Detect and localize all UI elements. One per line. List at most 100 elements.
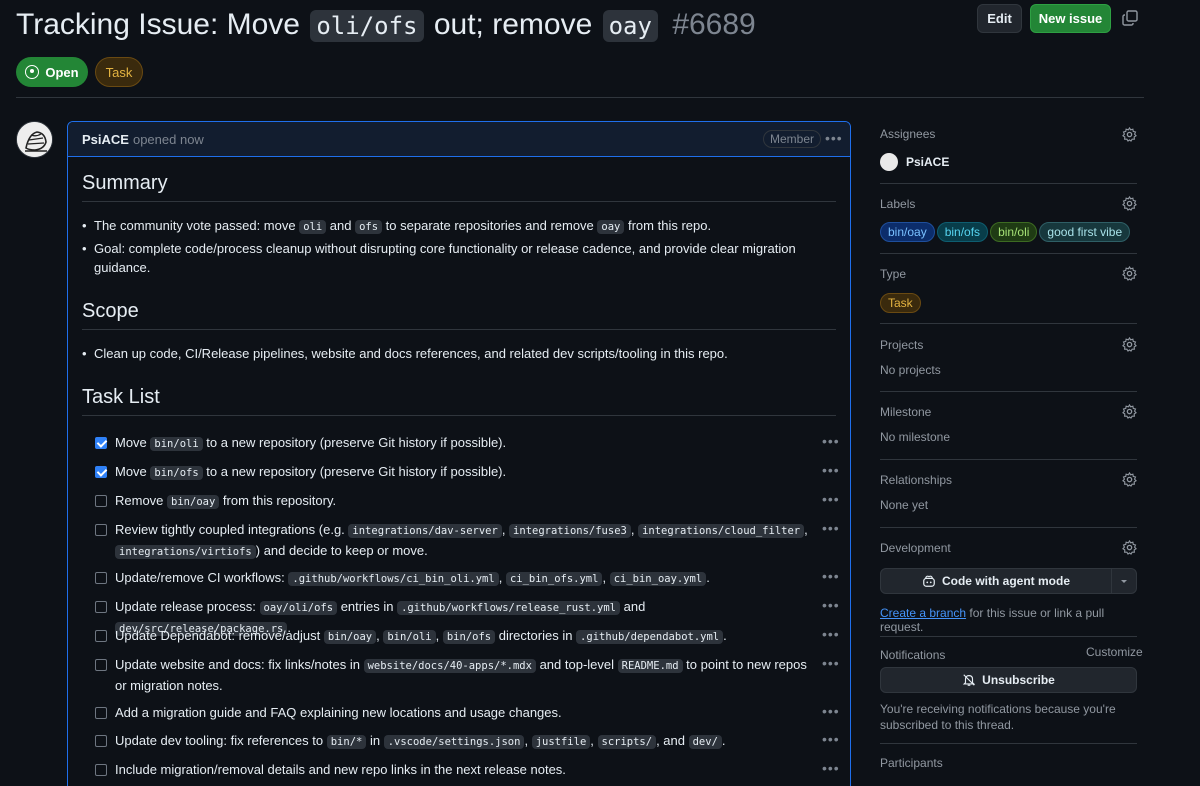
sidebar-separator <box>880 743 1137 744</box>
assignees-gear-icon[interactable] <box>1122 127 1137 142</box>
task-checkbox[interactable] <box>95 707 107 719</box>
triangle-down-icon <box>1121 580 1127 583</box>
title-text-2: out; remove <box>433 8 593 41</box>
task-item: Remove bin/oay from this repository. <box>115 493 337 509</box>
label-chip[interactable]: bin/ofs <box>936 222 989 242</box>
development-gear-icon[interactable] <box>1122 540 1137 555</box>
issue-number: #6689 <box>672 8 756 41</box>
type-gear-icon[interactable] <box>1122 266 1137 281</box>
task-more-icon[interactable]: ••• <box>822 731 840 747</box>
scope-heading: Scope <box>82 300 139 322</box>
relationships-section: Relationships None yet <box>880 473 1137 512</box>
sidebar-separator <box>880 459 1137 460</box>
comment-author[interactable]: PsiACE <box>82 132 129 147</box>
type-value[interactable]: Task <box>880 293 921 313</box>
code-with-agent-button[interactable]: Code with agent mode <box>880 568 1137 594</box>
bell-slash-icon <box>962 674 976 686</box>
type-title: Type <box>880 267 907 281</box>
development-title: Development <box>880 541 951 555</box>
sidebar-separator <box>880 527 1137 528</box>
status-badge: Open <box>16 57 88 87</box>
summary-rule <box>82 201 836 202</box>
member-badge: Member <box>763 130 822 148</box>
sidebar-separator <box>880 636 1137 637</box>
task-checkbox[interactable] <box>95 764 107 776</box>
tasklist-heading: Task List <box>82 386 160 408</box>
task-more-icon[interactable]: ••• <box>822 491 840 507</box>
unsubscribe-button[interactable]: Unsubscribe <box>880 667 1137 693</box>
task-checkbox[interactable] <box>95 572 107 584</box>
title-code-2: oay <box>602 10 658 42</box>
task-more-icon[interactable]: ••• <box>822 703 840 719</box>
task-more-icon[interactable]: ••• <box>822 462 840 478</box>
task-checkbox[interactable] <box>95 524 107 536</box>
assignee-avatar <box>880 153 898 171</box>
agent-main-button[interactable]: Code with agent mode <box>881 569 1112 593</box>
agent-button-label: Code with agent mode <box>941 574 1070 588</box>
task-item: Update website and docs: fix links/notes… <box>115 657 807 693</box>
development-text: Create a branch for this issue or link a… <box>880 606 1137 634</box>
relationships-title: Relationships <box>880 473 953 487</box>
copy-icon[interactable] <box>1122 10 1138 26</box>
task-checkbox[interactable] <box>95 735 107 747</box>
label-chip[interactable]: bin/oay <box>880 222 935 242</box>
edit-button[interactable]: Edit <box>977 4 1022 33</box>
task-item: Review tightly coupled integrations (e.g… <box>115 522 808 559</box>
task-item: Include migration/removal details and ne… <box>115 762 566 777</box>
title-text-1: Tracking Issue: Move <box>16 8 300 41</box>
participants-section: Participants <box>880 756 1137 770</box>
task-more-icon[interactable]: ••• <box>822 433 840 449</box>
comment-header: PsiACE opened now Member ••• <box>68 122 850 157</box>
task-item: Update Dependabot: remove/adjust bin/oay… <box>115 628 727 644</box>
task-checkbox[interactable] <box>95 659 107 671</box>
tasklist-rule <box>82 415 836 416</box>
task-more-icon[interactable]: ••• <box>822 520 840 536</box>
create-branch-link[interactable]: Create a branch <box>880 606 966 620</box>
projects-section: Projects No projects <box>880 338 1137 377</box>
relationships-gear-icon[interactable] <box>1122 472 1137 487</box>
task-checkbox[interactable] <box>95 466 107 478</box>
task-item: Add a migration guide and FAQ explaining… <box>115 705 562 720</box>
labels-list: bin/oay bin/ofs bin/oli good first vibe <box>880 222 1137 242</box>
new-issue-button[interactable]: New issue <box>1030 4 1111 33</box>
milestone-gear-icon[interactable] <box>1122 404 1137 419</box>
labels-title: Labels <box>880 197 916 211</box>
task-checkbox[interactable] <box>95 437 107 449</box>
projects-value: No projects <box>880 363 941 377</box>
summary-bullet-1: The community vote passed: move oli and … <box>82 216 824 237</box>
copilot-icon <box>923 575 935 587</box>
assignee-row[interactable]: PsiACE <box>880 153 1137 171</box>
issue-open-icon <box>25 65 40 79</box>
milestone-section: Milestone No milestone <box>880 405 1137 444</box>
task-checkbox[interactable] <box>95 630 107 642</box>
task-more-icon[interactable]: ••• <box>822 626 840 642</box>
task-more-icon[interactable]: ••• <box>822 655 840 671</box>
task-checkbox[interactable] <box>95 601 107 613</box>
labels-gear-icon[interactable] <box>1122 196 1137 211</box>
label-chip[interactable]: good first vibe <box>1039 222 1131 242</box>
task-more-icon[interactable]: ••• <box>822 760 840 776</box>
task-item: Update dev tooling: fix references to bi… <box>115 733 726 749</box>
status-label: Open <box>45 64 79 80</box>
agent-dropdown-button[interactable] <box>1112 569 1136 593</box>
label-chip[interactable]: bin/oli <box>990 222 1038 242</box>
projects-gear-icon[interactable] <box>1122 337 1137 352</box>
type-badge[interactable]: Task <box>95 57 143 87</box>
scope-rule <box>82 329 836 330</box>
title-code-1: oli/ofs <box>310 10 424 42</box>
task-more-icon[interactable]: ••• <box>822 597 840 613</box>
task-more-icon[interactable]: ••• <box>822 568 840 584</box>
customize-link[interactable]: Customize <box>1086 645 1143 659</box>
comment-more-icon[interactable]: ••• <box>825 130 843 146</box>
sidebar-separator <box>880 253 1137 254</box>
labels-section: Labels bin/oay bin/ofs bin/oli good first v… <box>880 197 1137 242</box>
development-section: Development <box>880 541 1137 555</box>
task-item: Update/remove CI workflows: .github/work… <box>115 570 710 586</box>
relationships-value: None yet <box>880 498 929 512</box>
issue-body-comment: PsiACE opened now Member ••• Summary The… <box>67 121 851 786</box>
task-checkbox[interactable] <box>95 495 107 507</box>
participants-title: Participants <box>880 756 943 770</box>
task-item: Move bin/ofs to a new repository (preser… <box>115 464 507 480</box>
milestone-title: Milestone <box>880 405 932 419</box>
avatar[interactable] <box>16 121 53 158</box>
